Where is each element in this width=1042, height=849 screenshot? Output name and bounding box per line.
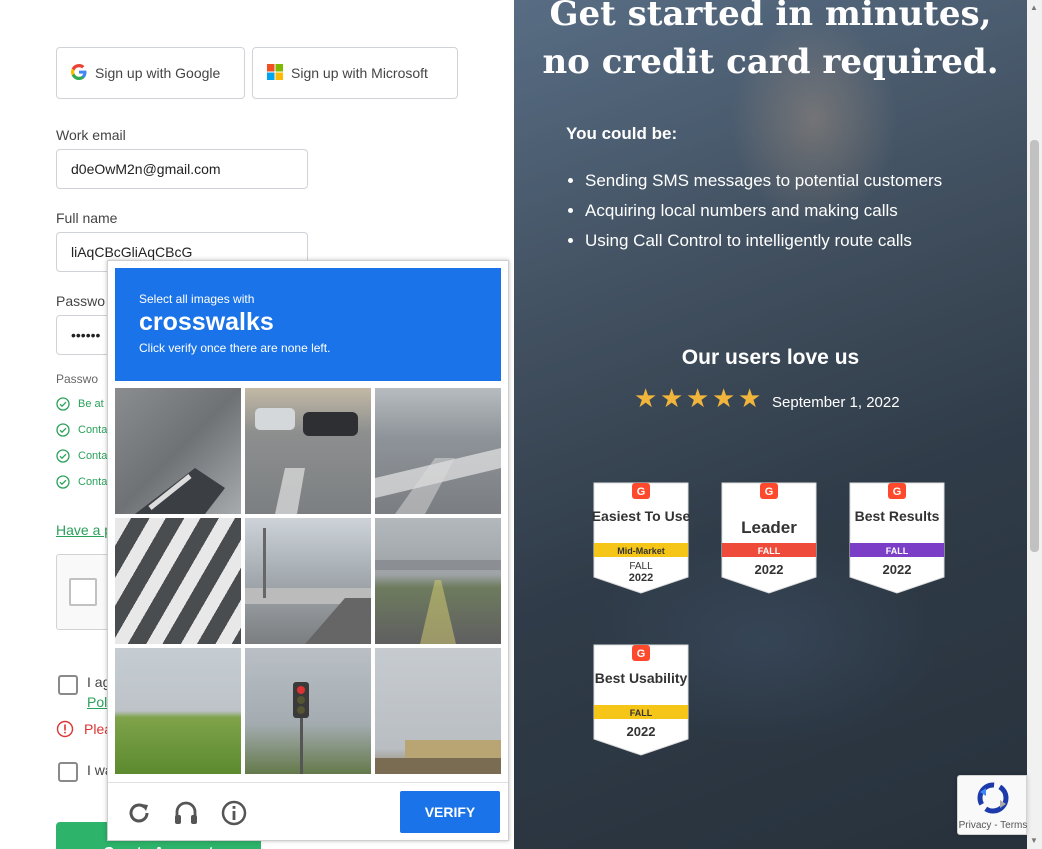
captcha-tile[interactable]	[115, 648, 241, 774]
captcha-tile[interactable]	[375, 648, 501, 774]
terms-checkbox[interactable]	[58, 675, 78, 695]
could-be-heading: You could be:	[566, 124, 678, 143]
terms-error: Plea	[56, 720, 112, 738]
svg-text:Best Usability: Best Usability	[595, 670, 688, 686]
rating-date: September 1, 2022	[772, 394, 900, 411]
g2-best-usability-badge: G Best Usability FALL 2022	[593, 644, 689, 756]
password-rule: Conta	[56, 423, 107, 437]
password-rule: Be at	[56, 397, 104, 411]
star-icon: ★	[712, 383, 736, 413]
headphones-icon[interactable]	[172, 799, 200, 827]
password-rule: Conta	[56, 449, 107, 463]
scroll-down-icon[interactable]: ▼	[1030, 836, 1038, 845]
star-rating: ★ ★ ★ ★ ★	[634, 383, 763, 413]
policy-link[interactable]: Pol	[87, 694, 107, 710]
check-circle-icon	[56, 423, 70, 437]
google-signup-button[interactable]: Sign up with Google	[56, 47, 245, 99]
testimonial-heading: Our users love us	[681, 346, 860, 369]
benefit-list: Sending SMS messages to potential custom…	[585, 170, 942, 260]
google-icon	[71, 63, 87, 83]
list-item: Sending SMS messages to potential custom…	[585, 170, 942, 200]
svg-text:2022: 2022	[755, 562, 784, 577]
recaptcha-checkbox[interactable]	[69, 578, 97, 606]
check-circle-icon	[56, 397, 70, 411]
password-hint: Passwo	[56, 372, 99, 386]
captcha-tile[interactable]	[115, 518, 241, 644]
svg-text:Easiest To Use: Easiest To Use	[592, 508, 690, 524]
g2-leader-badge: G Leader FALL 2022	[721, 482, 817, 594]
email-field[interactable]: d0eOwM2n@gmail.com	[56, 149, 308, 189]
password-label: Passwo	[56, 293, 106, 309]
svg-text:Leader: Leader	[741, 518, 797, 537]
name-label: Full name	[56, 210, 118, 226]
hero-heading: Get started in minutes, no credit card r…	[542, 0, 999, 82]
captcha-challenge: Select all images with crosswalks Click …	[107, 260, 509, 841]
star-icon: ★	[686, 383, 710, 413]
list-item: Acquiring local numbers and making calls	[585, 200, 942, 230]
svg-text:G: G	[765, 486, 774, 498]
microsoft-signup-button[interactable]: Sign up with Microsoft	[252, 47, 458, 99]
star-icon: ★	[660, 383, 684, 413]
marketing-checkbox[interactable]	[58, 762, 78, 782]
svg-text:G: G	[893, 486, 902, 498]
captcha-keyword: crosswalks	[139, 308, 274, 336]
reload-icon[interactable]	[125, 799, 153, 827]
captcha-instructions: Select all images with crosswalks Click …	[115, 268, 501, 381]
svg-text:2022: 2022	[627, 724, 656, 739]
verify-button[interactable]: VERIFY	[400, 791, 500, 833]
svg-text:FALL: FALL	[629, 561, 653, 572]
star-icon: ★	[738, 383, 762, 413]
svg-text:FALL: FALL	[886, 546, 909, 556]
captcha-tile[interactable]	[115, 388, 241, 514]
star-icon: ★	[634, 383, 658, 413]
captcha-grid	[115, 388, 503, 776]
microsoft-signup-label: Sign up with Microsoft	[291, 65, 428, 81]
page-scrollbar[interactable]: ▲ ▼	[1027, 0, 1042, 849]
microsoft-icon	[267, 63, 283, 83]
svg-text:G: G	[637, 648, 646, 660]
g2-easiest-to-use-badge: G Easiest To Use Mid-Market FALL 2022	[592, 482, 690, 594]
captcha-tile[interactable]	[245, 648, 371, 774]
alert-icon	[56, 720, 74, 738]
recaptcha-badge[interactable]: Privacy - Terms	[957, 775, 1027, 835]
svg-text:Best Results: Best Results	[855, 508, 940, 524]
recaptcha-logo-icon	[977, 782, 1009, 814]
svg-text:FALL: FALL	[758, 546, 781, 556]
email-label: Work email	[56, 127, 126, 143]
check-circle-icon	[56, 475, 70, 489]
captcha-tile[interactable]	[245, 518, 371, 644]
promo-code-link[interactable]: Have a p	[56, 522, 112, 538]
svg-text:G: G	[637, 486, 646, 498]
captcha-tile[interactable]	[375, 388, 501, 514]
svg-text:FALL: FALL	[630, 708, 653, 718]
list-item: Using Call Control to intelligently rout…	[585, 230, 942, 260]
scroll-up-icon[interactable]: ▲	[1030, 3, 1038, 12]
check-circle-icon	[56, 449, 70, 463]
g2-best-results-badge: G Best Results FALL 2022	[849, 482, 945, 594]
password-rule: Conta	[56, 475, 107, 489]
info-icon[interactable]	[220, 799, 248, 827]
google-signup-label: Sign up with Google	[95, 65, 221, 81]
svg-text:2022: 2022	[883, 562, 912, 577]
promo-panel: Get started in minutes, no credit card r…	[514, 0, 1027, 849]
captcha-line1: Select all images with	[139, 292, 255, 306]
captcha-line3: Click verify once there are none left.	[139, 341, 331, 355]
captcha-tile[interactable]	[375, 518, 501, 644]
svg-text:Mid-Market: Mid-Market	[617, 546, 665, 556]
scrollbar-thumb[interactable]	[1030, 140, 1039, 552]
captcha-footer: VERIFY	[108, 782, 508, 840]
captcha-tile[interactable]	[245, 388, 371, 514]
recaptcha-badge-links[interactable]: Privacy - Terms	[958, 820, 1028, 831]
svg-text:2022: 2022	[629, 572, 653, 584]
